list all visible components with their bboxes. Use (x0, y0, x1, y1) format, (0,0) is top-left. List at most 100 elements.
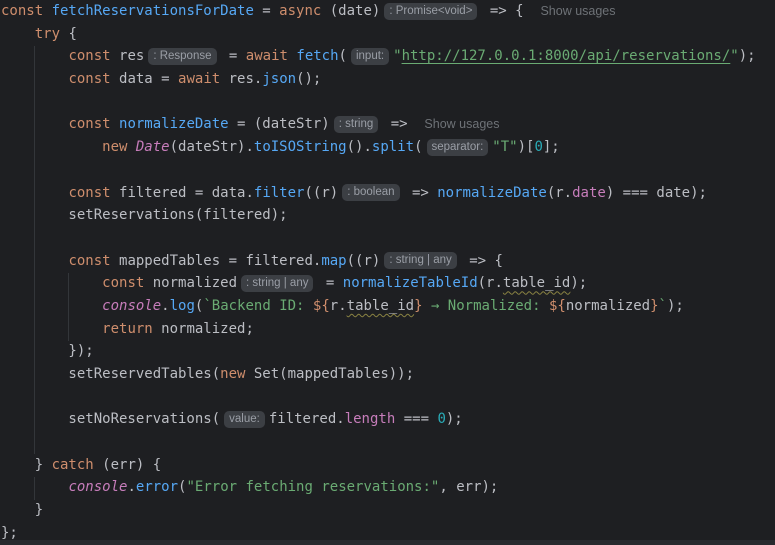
code-line[interactable]: }); (0, 340, 775, 363)
code-token: data = (111, 71, 178, 87)
code-token (1, 479, 68, 495)
code-line[interactable]: const res: Response = await fetch(input:… (0, 45, 775, 68)
function-token: split (372, 139, 414, 155)
keyword-token: new (102, 139, 136, 155)
code-line[interactable]: setReservations(filtered); (0, 204, 775, 227)
function-token: toISOString (254, 139, 347, 155)
code-line[interactable]: } catch (err) { (0, 454, 775, 477)
string-token: `Backend ID: (203, 298, 313, 314)
code-line[interactable]: return normalized; (0, 318, 775, 341)
warned-identifier-token: table_id (503, 275, 570, 291)
inlay-type-hint[interactable]: : string (334, 116, 379, 133)
warned-identifier-token: table_id (347, 298, 414, 314)
code-line[interactable] (0, 431, 775, 454)
global-object-token: console (68, 479, 127, 495)
template-expr-delimiter: } (414, 298, 422, 314)
code-token: ) === date); (606, 185, 707, 201)
code-line[interactable]: } (0, 499, 775, 522)
code-token: }); (1, 343, 94, 359)
url-link[interactable]: http://127.0.0.1:8000/api/reservations/ (402, 48, 731, 64)
code-line[interactable]: setNoReservations(value:filtered.length … (0, 408, 775, 431)
code-token: => (404, 185, 438, 201)
code-token: (). (347, 139, 372, 155)
inlay-type-hint[interactable]: : string | any (384, 252, 456, 269)
code-token: => (382, 116, 424, 132)
code-token (1, 139, 102, 155)
code-token: normalized; (153, 321, 254, 337)
inlay-type-hint[interactable]: : boolean (342, 184, 399, 201)
string-token: ` (659, 298, 667, 314)
template-expr-delimiter: ${ (549, 298, 566, 314)
code-line[interactable]: console.log(`Backend ID: ${r.table_id} →… (0, 295, 775, 318)
inlay-param-hint[interactable]: input: (351, 48, 389, 65)
code-line[interactable]: const fetchReservationsForDate = async (… (0, 0, 775, 23)
function-token: normalizeDate (437, 185, 547, 201)
string-token: " (393, 48, 401, 64)
code-token: }; (1, 525, 18, 541)
inlay-type-hint[interactable]: : Response (148, 48, 216, 65)
inlay-type-hint[interactable]: : Promise<void> (384, 3, 477, 20)
code-line[interactable]: const normalizeDate = (dateStr): string … (0, 113, 775, 136)
code-token: (err) { (94, 457, 161, 473)
code-line[interactable] (0, 159, 775, 182)
inlay-param-hint[interactable]: separator: (427, 139, 489, 156)
code-token (1, 116, 68, 132)
keyword-token: async (279, 3, 330, 19)
code-token: } (1, 457, 52, 473)
code-token: setReservedTables( (1, 366, 220, 382)
code-token: mappedTables = filtered. (111, 253, 322, 269)
code-token: setReservations(filtered); (1, 207, 288, 223)
code-token: ]; (543, 139, 560, 155)
string-token: "T" (492, 139, 517, 155)
code-token: . (161, 298, 169, 314)
code-token: filtered. (269, 411, 345, 427)
code-token: = (221, 48, 246, 64)
code-token (1, 48, 68, 64)
keyword-token: catch (52, 457, 94, 473)
function-token: normalizeTableId (343, 275, 478, 291)
code-line[interactable]: console.error("Error fetching reservatio… (0, 476, 775, 499)
code-line[interactable]: new Date(dateStr).toISOString().split( se… (0, 136, 775, 159)
template-expr-delimiter: ${ (313, 298, 330, 314)
global-object-token: console (102, 298, 161, 314)
code-line[interactable]: setReservedTables(new Set(mappedTables))… (0, 363, 775, 386)
property-token: length (345, 411, 396, 427)
global-object-token: Date (136, 139, 170, 155)
function-token: log (170, 298, 195, 314)
code-token: => { (481, 3, 540, 19)
code-token: === (395, 411, 437, 427)
code-line[interactable]: const data = await res.json(); (0, 68, 775, 91)
code-line[interactable] (0, 227, 775, 250)
keyword-token: const (68, 116, 119, 132)
keyword-token: await (246, 48, 288, 64)
keyword-token: await (178, 71, 220, 87)
inlay-type-hint[interactable]: : string | any (241, 275, 313, 292)
inlay-param-hint[interactable]: value: (224, 411, 265, 428)
code-line[interactable] (0, 91, 775, 114)
code-line[interactable]: const mappedTables = filtered.map((r): s… (0, 250, 775, 273)
code-token (1, 253, 68, 269)
code-token: (r. (478, 275, 503, 291)
code-token: Set(mappedTables)); (245, 366, 414, 382)
template-expr-delimiter: } (650, 298, 658, 314)
show-usages-hint[interactable]: Show usages (540, 4, 615, 18)
code-token: res (111, 48, 145, 64)
code-editor[interactable]: const fetchReservationsForDate = async (… (0, 0, 775, 545)
code-token: ( (414, 139, 422, 155)
code-token: ((r) (304, 185, 338, 201)
code-token: (dateStr). (170, 139, 254, 155)
code-token (1, 185, 68, 201)
function-token: json (262, 71, 296, 87)
code-token (1, 26, 35, 42)
code-token: (date) (330, 3, 381, 19)
show-usages-hint[interactable]: Show usages (424, 117, 499, 131)
code-line[interactable] (0, 386, 775, 409)
number-token: 0 (437, 411, 445, 427)
code-line[interactable]: const normalized: string | any = normali… (0, 272, 775, 295)
keyword-token: const (68, 71, 110, 87)
function-token: fetch (296, 48, 338, 64)
code-token: ((r) (347, 253, 381, 269)
code-line[interactable]: try { (0, 23, 775, 46)
code-line[interactable]: const filtered = data.filter((r): boolea… (0, 182, 775, 205)
code-token: setNoReservations( (1, 411, 220, 427)
